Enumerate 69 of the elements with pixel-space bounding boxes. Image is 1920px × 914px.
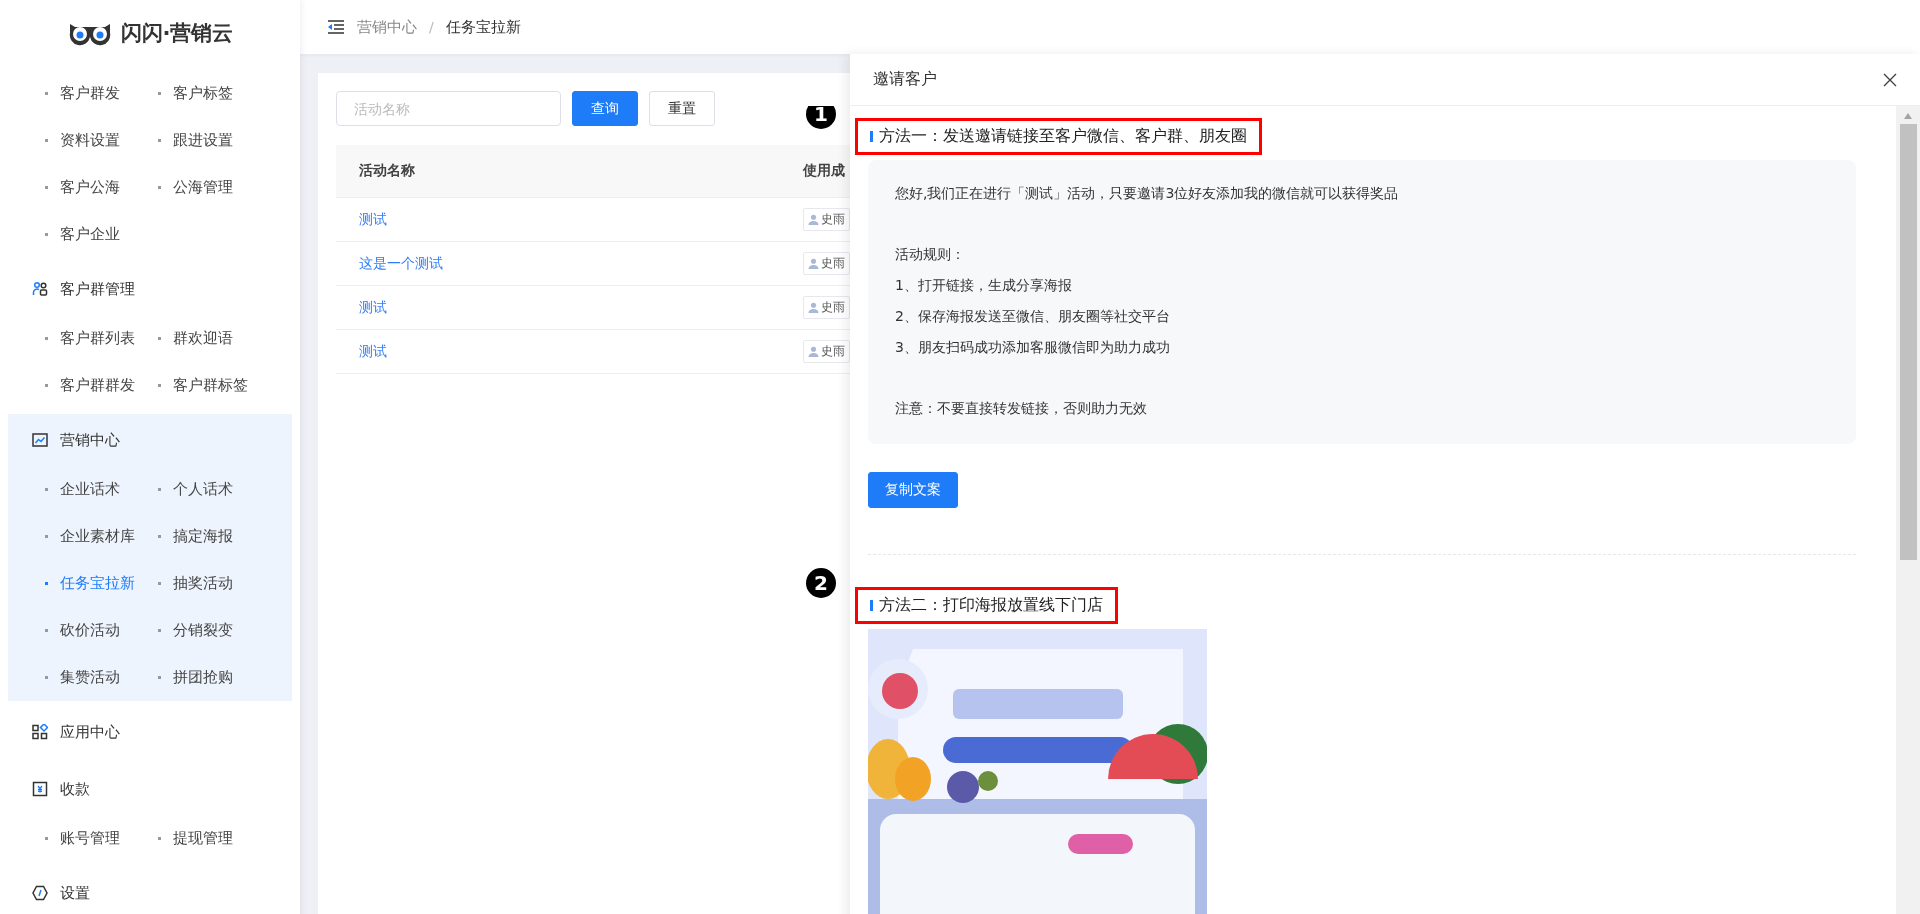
menu-item[interactable]: 客户群列表	[45, 315, 158, 362]
menu-item[interactable]: 拼团抢购	[158, 654, 271, 701]
breadcrumb-separator: /	[429, 19, 434, 35]
accent-bar	[870, 131, 873, 142]
activity-link[interactable]: 测试	[336, 210, 803, 229]
owner-tag: 史雨	[803, 208, 850, 231]
column-header: 活动名称	[358, 162, 416, 180]
menu-item[interactable]: 客户公海	[45, 164, 158, 211]
reset-button[interactable]: 重置	[649, 91, 715, 126]
menu-item[interactable]: 公海管理	[158, 164, 271, 211]
message-line: 注意：不要直接转发链接，否则助力无效	[895, 399, 1148, 418]
menu-group-title[interactable]: 应用中心	[60, 722, 120, 742]
section-title: 方法二：打印海报放置线下门店	[879, 595, 1103, 616]
name-search-field[interactable]: 活动名称	[336, 91, 561, 126]
menu-item[interactable]: 企业话术	[45, 466, 158, 513]
menu-group-title[interactable]: 设置	[60, 883, 90, 903]
menu-item[interactable]: 任务宝拉新	[45, 560, 158, 607]
menu-group-title[interactable]: 客户群管理	[60, 279, 135, 299]
message-line: 您好,我们正在进行「测试」活动，只要邀请3位好友添加我的微信就可以获得奖品	[895, 184, 1400, 203]
people-icon	[32, 281, 48, 297]
message-line: 2、保存海报发送至微信、朋友圈等社交平台	[895, 307, 1171, 326]
payment-icon	[32, 781, 48, 797]
search-button[interactable]: 查询	[572, 91, 638, 126]
owner-tag: 史雨	[803, 340, 850, 363]
menu-item[interactable]: 提现管理	[158, 815, 271, 862]
menu-item[interactable]: 客户群标签	[158, 362, 271, 409]
accent-bar	[870, 600, 873, 611]
menu-item[interactable]: 分销裂变	[158, 607, 271, 654]
message-line: 1、打开链接，生成分享海报	[895, 276, 1073, 295]
user-icon	[808, 258, 819, 269]
menu-item[interactable]: 客户群群发	[45, 362, 158, 409]
menu-group-title[interactable]: 营销中心	[60, 430, 120, 450]
menu-item[interactable]: 跟进设置	[158, 117, 271, 164]
menu-group-title[interactable]: 收款	[60, 779, 90, 799]
menu-item[interactable]: 搞定海报	[158, 513, 271, 560]
menu-item[interactable]: 抽奖活动	[158, 560, 271, 607]
user-icon	[808, 214, 819, 225]
menu-item[interactable]: 砍价活动	[45, 607, 158, 654]
breadcrumb-item[interactable]: 营销中心	[357, 17, 417, 37]
apps-icon	[32, 724, 48, 740]
copy-button[interactable]: 复制文案	[868, 472, 958, 508]
message-line: 活动规则：	[895, 245, 966, 264]
drawer-title: 邀请客户	[873, 69, 937, 90]
activity-link[interactable]: 测试	[336, 342, 803, 361]
menu-item[interactable]: 集赞活动	[45, 654, 158, 701]
message-line: 3、朋友扫码成功添加客服微信即为助力成功	[895, 338, 1171, 357]
scrollbar[interactable]	[1896, 106, 1920, 914]
menu-fold-icon[interactable]	[327, 19, 345, 35]
activity-link[interactable]: 测试	[336, 298, 803, 317]
breadcrumb-item: 任务宝拉新	[445, 17, 521, 37]
menu-item[interactable]: 客户标签	[158, 70, 271, 117]
chart-icon	[32, 432, 48, 448]
column-header: 使用成	[803, 162, 846, 180]
logo-text: 闪闪·营销云	[120, 20, 234, 47]
menu-item[interactable]: 个人话术	[158, 466, 271, 513]
close-button[interactable]	[1882, 71, 1898, 88]
owner-tag: 史雨	[803, 296, 850, 319]
menu-item[interactable]: 客户企业	[45, 211, 158, 258]
section-title: 方法一：发送邀请链接至客户微信、客户群、朋友圈	[879, 126, 1247, 147]
owner-tag: 史雨	[803, 252, 850, 275]
settings-icon	[32, 885, 48, 901]
activity-link[interactable]: 这是一个测试	[336, 254, 803, 273]
menu-item[interactable]: 企业素材库	[45, 513, 158, 560]
user-icon	[808, 302, 819, 313]
user-icon	[808, 346, 819, 357]
menu-item[interactable]: 群欢迎语	[158, 315, 271, 362]
menu-item[interactable]: 客户群发	[45, 70, 158, 117]
menu-item[interactable]: 资料设置	[45, 117, 158, 164]
menu-item[interactable]: 账号管理	[45, 815, 158, 862]
